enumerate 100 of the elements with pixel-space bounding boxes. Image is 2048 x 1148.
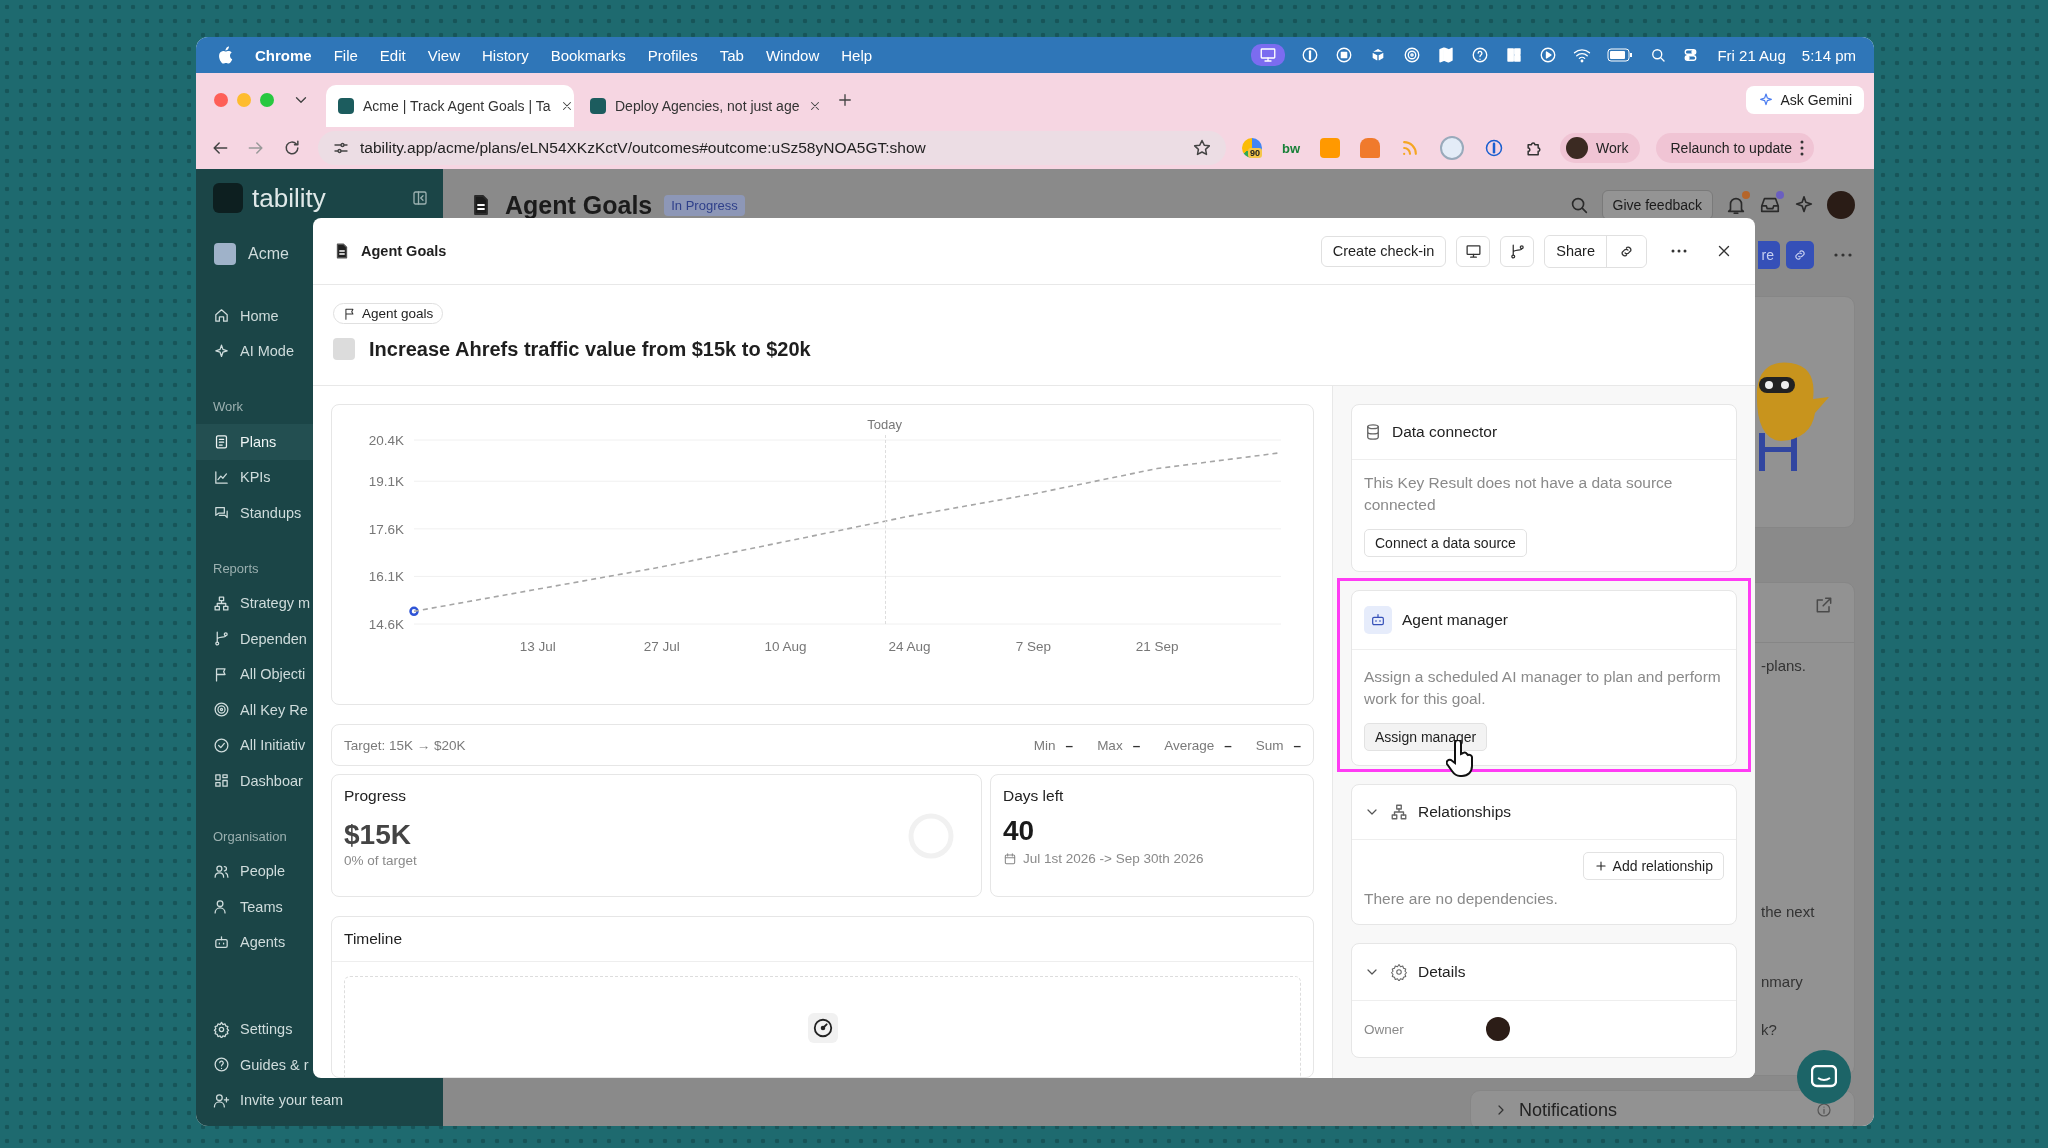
menu-item[interactable]: Profiles	[647, 46, 698, 64]
menu-item[interactable]: File	[333, 46, 358, 64]
y-axis-label: 17.6K	[368, 521, 404, 537]
sidebar-item[interactable]: People	[196, 853, 313, 889]
menu-item[interactable]: Help	[841, 46, 873, 64]
section-heading: Reports	[213, 560, 259, 576]
branch-icon	[1508, 242, 1526, 260]
screen-share-icon[interactable]	[1251, 44, 1286, 66]
sidebar-item[interactable]: Home	[196, 298, 313, 334]
goal-checkbox[interactable]	[333, 338, 355, 360]
user-avatar[interactable]	[1827, 191, 1855, 219]
password-icon[interactable]	[1484, 138, 1505, 158]
menu-item[interactable]: Tab	[719, 46, 744, 64]
copy-link-button[interactable]	[1786, 241, 1814, 269]
browser-tab[interactable]: Deploy Agencies, not just age	[578, 85, 826, 127]
wifi-icon[interactable]	[1573, 46, 1592, 64]
collapse-sidebar-icon[interactable]	[411, 189, 429, 207]
panel-title: Data connector	[1392, 423, 1498, 441]
empty-state-text: There are no dependencies.	[1364, 889, 1559, 909]
branch-button[interactable]	[1500, 235, 1535, 267]
stat-value: Sum –	[1255, 737, 1301, 753]
sidebar-item[interactable]: Guides & r	[196, 1047, 313, 1083]
info-icon	[1816, 1102, 1832, 1118]
home-icon	[213, 307, 230, 325]
hierarchy-icon	[1390, 803, 1408, 821]
extension-icon[interactable]: 90	[1242, 138, 1262, 158]
calendar-icon	[1003, 851, 1017, 866]
sidebar-item[interactable]: AI Mode	[196, 333, 313, 369]
more-icon[interactable]	[1834, 253, 1852, 257]
address-bar[interactable]: tability.app/acme/plans/eLN54XKzKctV/outcomes#outcome:uSz58yNOA5GT:show	[318, 131, 1226, 165]
stat-value: Min –	[1033, 737, 1074, 753]
password-icon[interactable]	[1301, 46, 1320, 64]
new-tab-icon[interactable]	[836, 91, 854, 109]
menu-time: 5:14 pm	[1801, 46, 1856, 64]
panel-title: Agent manager	[1402, 611, 1508, 629]
sidebar-item[interactable]: Invite your team	[196, 1082, 348, 1118]
page-title: Agent Goals	[505, 190, 653, 220]
progress-caption: 0% of target	[344, 853, 418, 868]
sidebar-item[interactable]: All Key Re	[196, 692, 313, 728]
menu-item[interactable]: Bookmarks	[550, 46, 626, 64]
branch-icon	[213, 630, 230, 648]
sidebar-item[interactable]: Agents	[196, 924, 313, 960]
add-relationship-button[interactable]: Add relationship	[1582, 852, 1724, 880]
notifications-title[interactable]: Notifications	[1519, 1099, 1618, 1121]
sparkle-icon	[213, 342, 230, 360]
menu-item[interactable]: Window	[765, 46, 820, 64]
sidebar-item[interactable]: Dashboar	[196, 763, 313, 799]
notification-dot	[1742, 191, 1750, 199]
text-fragment: k?	[1761, 1021, 1777, 1039]
sidebar-item[interactable]: Plans	[196, 424, 313, 460]
database-icon	[1364, 423, 1382, 441]
sidebar-item[interactable]: Standups	[196, 495, 313, 531]
sidebar-item[interactable]: All Objecti	[196, 656, 313, 692]
section-heading: Organisation	[213, 828, 287, 844]
sidebar-item[interactable]: Dependen	[196, 621, 313, 657]
owner-avatar[interactable]	[1486, 1017, 1510, 1041]
map-icon[interactable]	[1437, 46, 1456, 64]
share-button[interactable]: re	[1757, 241, 1780, 269]
battery-icon[interactable]	[1607, 48, 1634, 62]
bookmark-star-icon[interactable]	[1192, 138, 1212, 158]
link-icon	[1792, 247, 1808, 263]
sidebar-item[interactable]: KPIs	[196, 459, 313, 495]
menu-item[interactable]: Edit	[379, 46, 406, 64]
menu-item[interactable]: History	[481, 46, 529, 64]
profile-button[interactable]: Work	[1560, 133, 1641, 163]
present-button[interactable]	[1456, 235, 1491, 267]
feedback-button[interactable]: Give feedback	[1601, 190, 1713, 220]
y-axis-label: 14.6K	[368, 617, 404, 632]
line-chart-icon	[213, 468, 230, 486]
menu-item[interactable]: View	[427, 46, 460, 64]
sidebar-item[interactable]: Strategy m	[196, 585, 315, 621]
gauge-icon	[807, 1013, 838, 1043]
x-axis-label: 10 Aug	[764, 639, 807, 654]
browser-tab[interactable]: Acme | Track Agent Goals | Ta	[326, 85, 574, 127]
field-label: Owner	[1364, 1021, 1405, 1037]
sidebar-item[interactable]: Settings	[196, 1011, 313, 1047]
external-link-icon[interactable]	[1814, 595, 1834, 615]
sidebar-item[interactable]: All Initiativ	[196, 727, 313, 763]
target-range: Target: 15K → $20K	[344, 737, 466, 753]
today-label: Today	[867, 417, 902, 432]
dialog-title: Agent Goals	[361, 243, 448, 259]
layout-icon[interactable]	[1505, 46, 1524, 64]
settings-icon	[213, 1020, 230, 1038]
connect-data-source-button[interactable]: Connect a data source	[1364, 529, 1527, 557]
create-checkin-button[interactable]: Create check-in	[1320, 235, 1447, 267]
more-icon	[1671, 249, 1687, 253]
sidebar-item[interactable]: Teams	[196, 889, 313, 925]
app-menu[interactable]: Chrome	[255, 46, 312, 64]
extension-icon[interactable]: bw	[1282, 140, 1301, 156]
panel-text: Assign a scheduled AI manager to plan and perform work for this goal.	[1364, 667, 1722, 709]
record-icon[interactable]	[1335, 46, 1354, 64]
flag-icon	[343, 306, 357, 321]
panel-title: Details	[1418, 963, 1466, 981]
apple-icon[interactable]	[218, 46, 233, 64]
ask-gemini-button[interactable]: Ask Gemini	[1746, 86, 1864, 114]
x-axis-label: 24 Aug	[888, 639, 931, 654]
panel-text: This Key Result does not have a data source connected	[1364, 473, 1674, 515]
workspace-name[interactable]: Acme	[248, 245, 289, 263]
relaunch-button[interactable]: Relaunch to update	[1656, 133, 1814, 163]
play-icon[interactable]	[1539, 46, 1558, 64]
